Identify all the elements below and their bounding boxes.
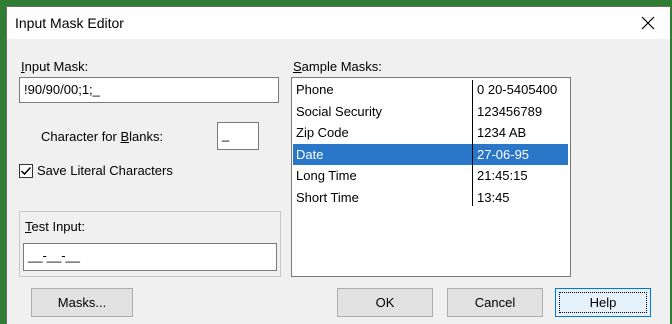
- title-bar: Input Mask Editor: [7, 7, 670, 39]
- sample-mask-value: 21:45:15: [477, 168, 528, 183]
- sample-mask-value: 0 20-5405400: [477, 82, 558, 97]
- masks-button[interactable]: Masks...: [31, 288, 133, 317]
- sample-mask-value: 1234 AB: [477, 125, 527, 140]
- sample-mask-value: 27-06-95: [477, 146, 530, 162]
- sample-mask-name: Date: [296, 146, 324, 162]
- input-mask-editor-dialog: Input Mask Editor Input Mask: !90/90/00;…: [6, 6, 670, 324]
- char-for-blanks-label: Character for Blanks:: [41, 129, 164, 144]
- column-divider: [472, 80, 473, 206]
- window-title: Input Mask Editor: [15, 15, 124, 31]
- help-button[interactable]: Help: [555, 288, 651, 317]
- test-input-field[interactable]: __-__-__: [23, 243, 277, 271]
- sample-mask-row[interactable]: Zip Code 1234 AB: [293, 122, 568, 143]
- input-mask-label: Input Mask:: [21, 59, 89, 74]
- char-for-blanks-field[interactable]: _: [217, 122, 259, 150]
- input-mask-field[interactable]: !90/90/00;1;_: [19, 77, 279, 103]
- sample-mask-name: Phone: [296, 82, 334, 97]
- test-input-label: Test Input:: [25, 219, 85, 234]
- save-literal-checkbox-row[interactable]: Save Literal Characters: [19, 163, 173, 178]
- sample-mask-row[interactable]: Phone 0 20-5405400: [293, 79, 568, 100]
- sample-mask-name: Zip Code: [296, 125, 349, 140]
- sample-mask-name: Short Time: [296, 189, 359, 205]
- close-icon: [641, 16, 655, 30]
- sample-mask-row[interactable]: Long Time 21:45:15: [293, 165, 568, 186]
- sample-mask-name: Social Security: [296, 103, 382, 119]
- close-button[interactable]: [626, 7, 670, 39]
- sample-mask-row[interactable]: Short Time 13:45: [293, 187, 568, 208]
- sample-masks-list[interactable]: Short Time 13:45 Long Time 21:45:15 Date 27-0…: [291, 77, 571, 277]
- cancel-button[interactable]: Cancel: [447, 288, 543, 317]
- ok-button[interactable]: OK: [337, 288, 433, 317]
- sample-mask-row[interactable]: Date 27-06-95: [293, 143, 568, 165]
- sample-mask-row[interactable]: Social Security 123456789: [293, 101, 568, 122]
- focus-rectangle: [559, 292, 647, 313]
- sample-mask-name: Long Time: [296, 168, 357, 183]
- sample-mask-value: 13:45: [477, 189, 510, 205]
- sample-masks-label: Sample Masks:: [293, 59, 382, 74]
- save-literal-checkbox[interactable]: [19, 163, 33, 178]
- checkmark-icon: [20, 166, 32, 175]
- sample-mask-value: 123456789: [477, 103, 543, 119]
- save-literal-label: Save Literal Characters: [37, 163, 173, 178]
